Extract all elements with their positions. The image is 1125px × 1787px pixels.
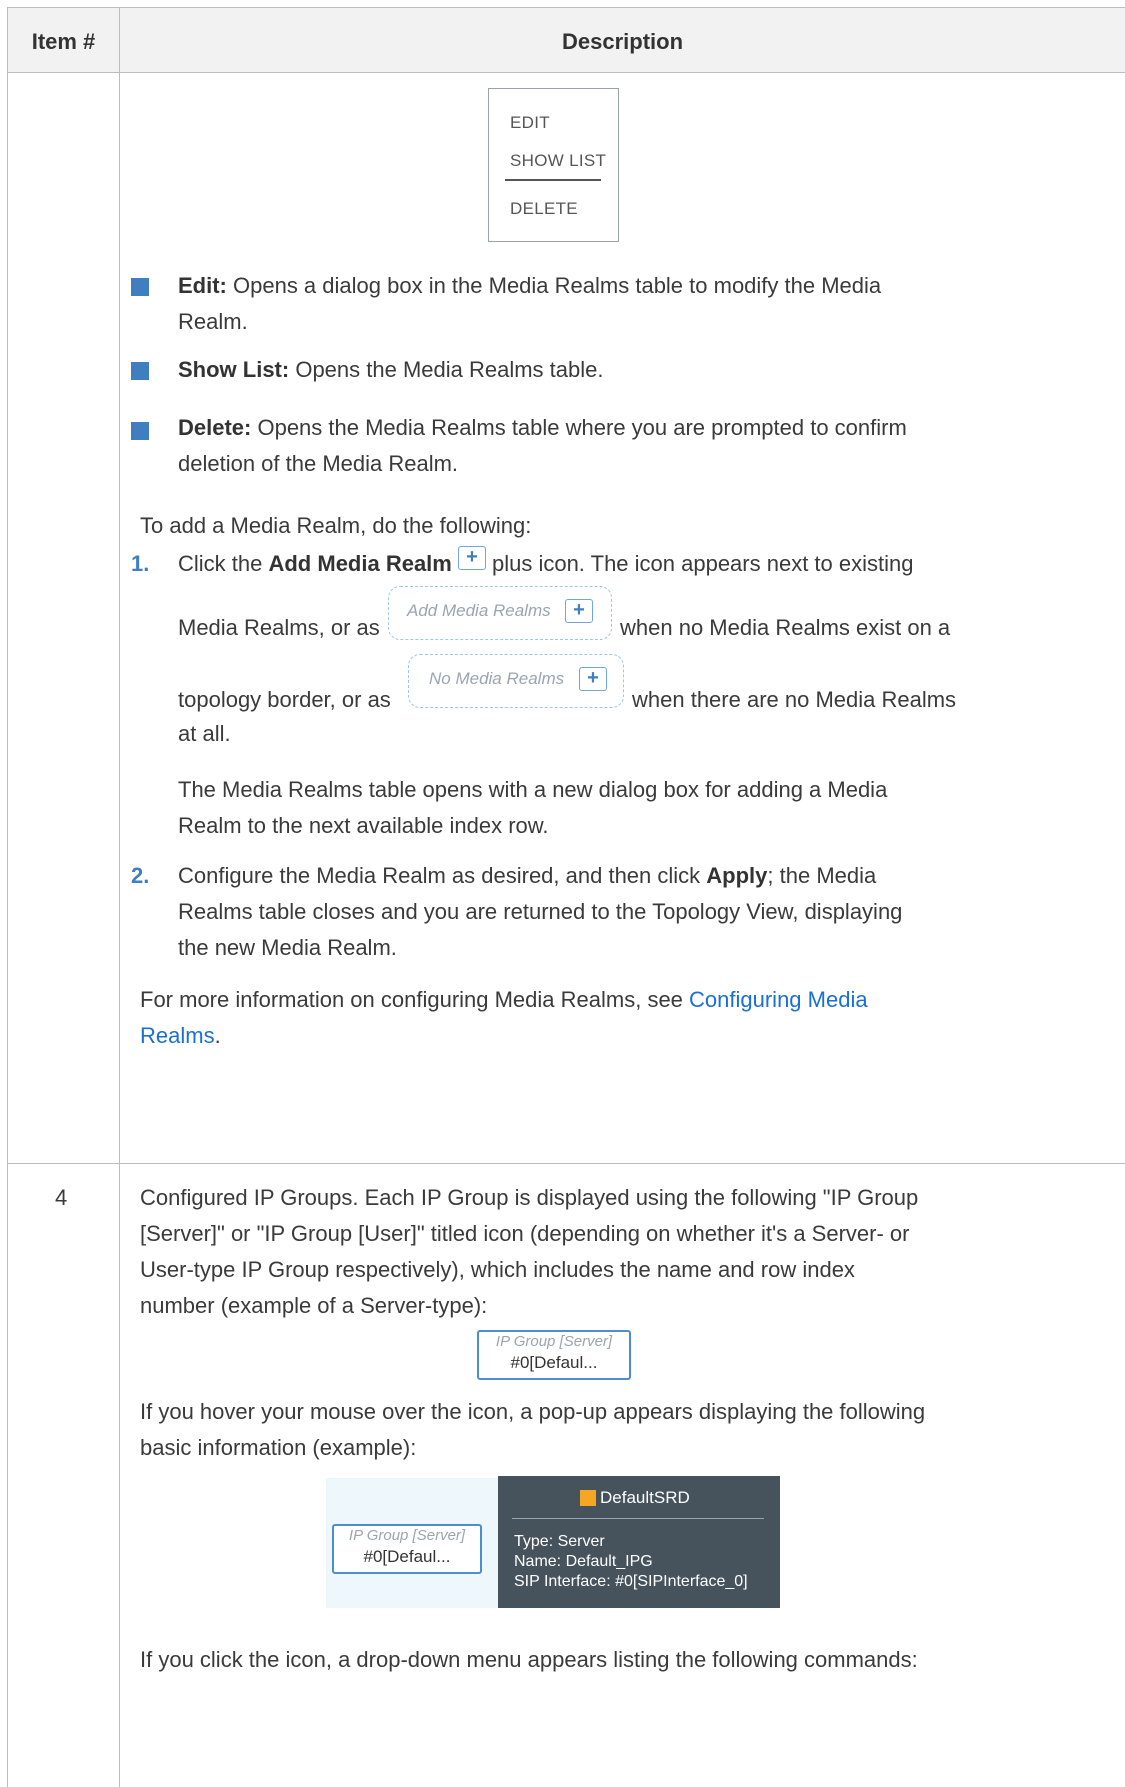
configuring-media-realms-link[interactable]: Configuring Media <box>689 987 868 1012</box>
context-menu-image: EDIT SHOW LIST DELETE <box>488 88 619 242</box>
add-media-realms-pill-label: Add Media Realms <box>407 601 551 620</box>
header-description-column: Description <box>561 29 684 54</box>
ip-group-server-icon: IP Group [Server] #0[Defaul... <box>332 1524 482 1574</box>
step-1-para-line-1: The Media Realms table opens with a new … <box>178 777 888 802</box>
step-number: 2. <box>131 863 150 888</box>
row-item-number: 4 <box>55 1185 68 1210</box>
popup-divider <box>512 1518 764 1519</box>
row4-para1-line-4: number (example of a Server-type): <box>140 1293 488 1318</box>
configuring-media-realms-link-cont[interactable]: Realms <box>140 1023 215 1048</box>
header-bottom-border <box>7 72 1125 73</box>
bullet-edit-cont: Realm. <box>178 309 248 334</box>
header-item-column: Item # <box>31 29 96 54</box>
popup-type: Type: Server <box>514 1533 605 1550</box>
plus-icon: + <box>579 667 607 691</box>
row-divider <box>7 1163 1125 1164</box>
popup-srd-name: DefaultSRD <box>600 1488 690 1507</box>
srd-color-square <box>580 1490 596 1506</box>
bullet-edit: Edit: Opens a dialog box in the Media Re… <box>178 273 882 298</box>
row4-para2-line-1: If you hover your mouse over the icon, a… <box>140 1399 926 1424</box>
no-media-realms-pill-label: No Media Realms <box>429 669 565 688</box>
bullet-delete: Delete: Opens the Media Realms table whe… <box>178 415 907 440</box>
step-2-line-1: Configure the Media Realm as desired, an… <box>178 863 877 888</box>
add-media-realm-plus-icon: + <box>458 546 486 570</box>
bullet-delete-cont: deletion of the Media Realm. <box>178 451 459 476</box>
popup-sip-interface: SIP Interface: #0[SIPInterface_0] <box>514 1573 748 1590</box>
table-left-border <box>7 7 8 1787</box>
add-media-realms-pill: Add Media Realms + <box>388 586 612 640</box>
intro-text: To add a Media Realm, do the following: <box>140 513 532 538</box>
step-1-line-3b: when there are no Media Realms <box>632 687 957 712</box>
menu-item-delete: DELETE <box>510 199 578 218</box>
step-1-para-line-2: Realm to the next available index row. <box>178 813 549 838</box>
row4-para1-line-2: [Server]" or "IP Group [User]" titled ic… <box>140 1221 910 1246</box>
bullet-square <box>131 278 149 296</box>
step-1-line-2a: Media Realms, or as <box>178 615 380 640</box>
column-divider <box>119 7 120 1787</box>
step-1-line-2b: when no Media Realms exist on a <box>620 615 951 640</box>
menu-divider <box>505 179 601 181</box>
ip-group-name: #0[Defaul... <box>363 1547 451 1566</box>
plus-icon: + <box>565 599 593 623</box>
hover-popup: DefaultSRD Type: Server Name: Default_IP… <box>498 1476 780 1608</box>
step-1-line-1: Click the Add Media Realm plus icon. The… <box>178 551 914 576</box>
row4-para1-line-3: User-type IP Group respectively), which … <box>140 1257 855 1282</box>
more-info-line-2: Realms. <box>140 1023 221 1048</box>
step-2-line-2: Realms table closes and you are returned… <box>178 899 903 924</box>
ip-group-name: #0[Defaul... <box>510 1353 598 1372</box>
menu-item-edit: EDIT <box>510 113 550 132</box>
step-number: 1. <box>131 551 150 576</box>
step-1-line-4: at all. <box>178 721 231 746</box>
row4-para2-line-2: basic information (example): <box>140 1435 417 1460</box>
step-1-line-3a: topology border, or as <box>178 687 391 712</box>
menu-item-show-list: SHOW LIST <box>510 151 607 170</box>
ip-group-title: IP Group [Server] <box>495 1333 613 1350</box>
popup-name: Name: Default_IPG <box>514 1553 653 1570</box>
more-info-line-1: For more information on configuring Medi… <box>140 987 868 1012</box>
no-media-realms-pill: No Media Realms + <box>408 654 624 708</box>
bullet-square <box>131 362 149 380</box>
bullet-show-list: Show List: Opens the Media Realms table. <box>178 357 604 382</box>
step-2-line-3: the new Media Realm. <box>178 935 397 960</box>
ip-group-title: IP Group [Server] <box>348 1527 466 1544</box>
ip-group-server-icon: IP Group [Server] #0[Defaul... <box>477 1330 631 1380</box>
row4-para3: If you click the icon, a drop-down menu … <box>140 1647 918 1672</box>
row4-para1-line-1: Configured IP Groups. Each IP Group is d… <box>140 1185 919 1210</box>
bullet-square <box>131 422 149 440</box>
